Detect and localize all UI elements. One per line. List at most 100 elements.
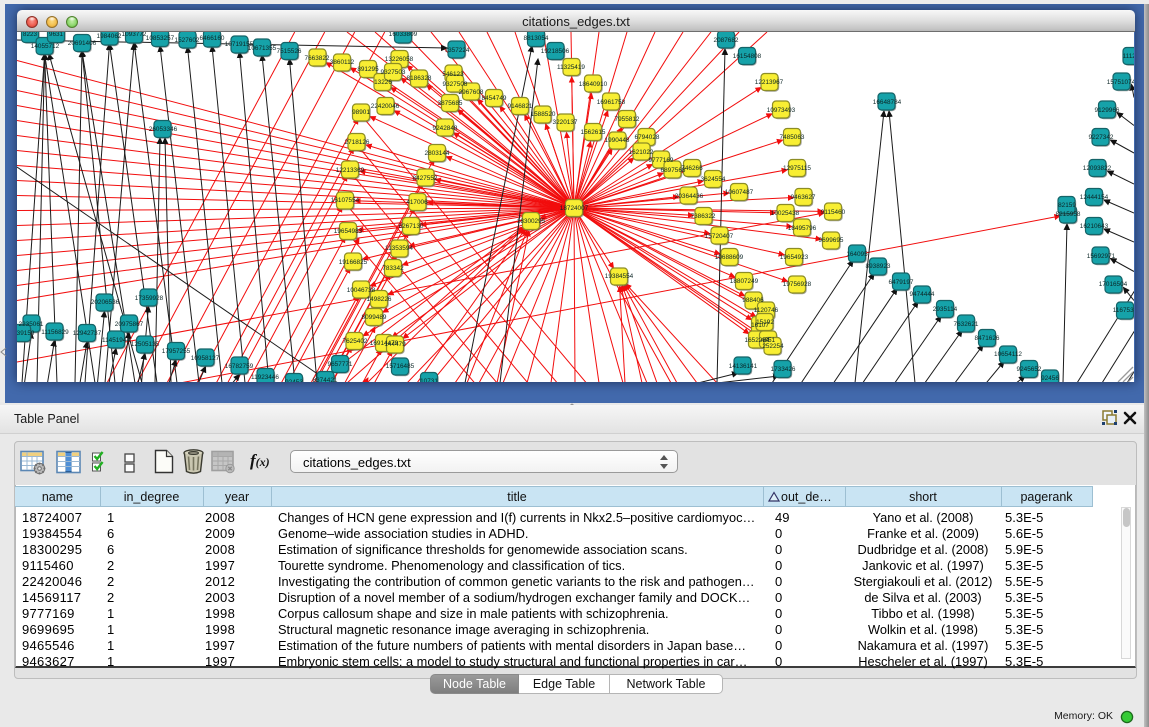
svg-text:15692971: 15692971 <box>1087 253 1116 260</box>
svg-text:9242848: 9242848 <box>433 125 458 132</box>
svg-text:18807249: 18807249 <box>730 278 759 285</box>
svg-text:18300295: 18300295 <box>517 218 546 225</box>
svg-text:9245652: 9245652 <box>1017 366 1042 373</box>
svg-text:11923446: 11923446 <box>251 374 279 381</box>
svg-text:18724007: 18724007 <box>560 205 589 212</box>
svg-text:10688609: 10688609 <box>715 254 744 261</box>
svg-text:8454749: 8454749 <box>482 95 507 102</box>
svg-text:1984062: 1984062 <box>97 33 122 40</box>
svg-text:9327508: 9327508 <box>443 81 468 88</box>
svg-text:8471626: 8471626 <box>975 335 1000 342</box>
svg-text:17359928: 17359928 <box>135 295 164 302</box>
svg-text:7625402: 7625402 <box>343 338 368 345</box>
svg-text:9115460: 9115460 <box>821 209 846 216</box>
svg-text:11123: 11123 <box>1123 53 1134 60</box>
svg-text:6466160: 6466160 <box>200 35 225 42</box>
svg-text:13226: 13226 <box>374 79 392 86</box>
svg-text:12213369: 12213369 <box>336 167 365 174</box>
svg-text:92456: 92456 <box>1041 375 1059 382</box>
svg-text:252254: 252254 <box>762 343 784 350</box>
svg-text:19654983: 19654983 <box>334 228 363 235</box>
svg-text:8813054: 8813054 <box>524 35 549 42</box>
svg-text:891295: 891295 <box>357 66 379 73</box>
svg-text:9463627: 9463627 <box>791 194 816 201</box>
svg-text:417006: 417006 <box>406 199 428 206</box>
svg-text:98901: 98901 <box>352 109 370 116</box>
svg-text:20691406: 20691406 <box>68 40 97 47</box>
svg-text:783342: 783342 <box>382 265 404 272</box>
svg-text:3624554: 3624554 <box>701 176 726 183</box>
svg-text:11451944: 11451944 <box>102 337 130 344</box>
svg-text:18495796: 18495796 <box>788 225 817 232</box>
svg-text:7663822: 7663822 <box>305 55 330 62</box>
svg-text:164095: 164095 <box>846 251 868 258</box>
svg-text:10654112: 10654112 <box>994 351 1022 358</box>
svg-text:12213967: 12213967 <box>755 79 784 86</box>
svg-text:10671355: 10671355 <box>248 45 277 52</box>
svg-text:17957255: 17957255 <box>162 348 191 355</box>
svg-text:8099489: 8099489 <box>362 314 387 321</box>
svg-text:144479: 144479 <box>384 341 406 348</box>
svg-text:16107554: 16107554 <box>331 197 360 204</box>
svg-text:19218506: 19218506 <box>541 48 570 55</box>
svg-text:11325419: 11325419 <box>557 64 585 71</box>
svg-text:8215958: 8215958 <box>1056 211 1081 218</box>
svg-text:19384554: 19384554 <box>605 273 634 280</box>
svg-text:1120746: 1120746 <box>754 307 779 314</box>
svg-text:22420046: 22420046 <box>371 103 400 110</box>
svg-text:2967608: 2967608 <box>459 89 484 96</box>
svg-text:9699695: 9699695 <box>819 237 844 244</box>
svg-text:746266: 746266 <box>681 165 703 172</box>
svg-text:15192: 15192 <box>756 319 774 326</box>
svg-text:9327503: 9327503 <box>381 69 406 76</box>
svg-text:1093772: 1093772 <box>122 32 147 38</box>
svg-text:1588520: 1588520 <box>531 111 556 118</box>
svg-text:20206536: 20206536 <box>91 299 120 306</box>
svg-text:9146821: 9146821 <box>508 103 533 110</box>
svg-text:6794028: 6794028 <box>635 134 660 141</box>
svg-text:9657771: 9657771 <box>328 361 353 368</box>
svg-text:11156829: 11156829 <box>41 329 69 336</box>
svg-text:16648784: 16648784 <box>873 99 902 106</box>
svg-text:14055712: 14055712 <box>31 43 60 50</box>
svg-text:8223: 8223 <box>23 32 38 38</box>
svg-text:8267130: 8267130 <box>399 223 424 230</box>
svg-text:988406: 988406 <box>742 297 764 304</box>
svg-text:7515526: 7515526 <box>277 48 302 55</box>
svg-text:12942737: 12942737 <box>73 330 102 337</box>
svg-text:1527602: 1527602 <box>175 37 200 44</box>
svg-text:2235061: 2235061 <box>19 321 44 328</box>
svg-text:3875685: 3875685 <box>438 100 463 107</box>
svg-text:8374421: 8374421 <box>313 377 338 382</box>
svg-text:19654923: 19654923 <box>780 254 809 261</box>
svg-text:15751074: 15751074 <box>1107 79 1134 86</box>
svg-text:8938923: 8938923 <box>866 263 891 270</box>
svg-text:16782759: 16782759 <box>225 363 254 370</box>
svg-text:16154808: 16154808 <box>733 53 762 60</box>
svg-text:8186328: 8186328 <box>407 75 432 82</box>
svg-text:10853257: 10853257 <box>146 35 175 42</box>
svg-text:16210643: 16210643 <box>1080 223 1109 230</box>
svg-text:2935114: 2935114 <box>933 306 958 313</box>
svg-text:6479197: 6479197 <box>889 279 914 286</box>
svg-text:10025438: 10025438 <box>771 210 800 217</box>
svg-text:7386322: 7386322 <box>691 213 716 220</box>
svg-text:82159: 82159 <box>1058 202 1076 209</box>
svg-text:1562615: 1562615 <box>581 129 606 136</box>
svg-text:2718126: 2718126 <box>345 139 370 146</box>
svg-text:1498226: 1498226 <box>367 296 392 303</box>
svg-text:10046738: 10046738 <box>347 287 376 294</box>
svg-text:16961758: 16961758 <box>597 99 626 106</box>
svg-text:9227342: 9227342 <box>1089 134 1114 141</box>
svg-text:17016504: 17016504 <box>1099 281 1128 288</box>
svg-text:9474444: 9474444 <box>910 291 935 298</box>
svg-text:10958127: 10958127 <box>191 355 220 362</box>
svg-text:12975115: 12975115 <box>783 165 811 172</box>
svg-text:1939159: 1939159 <box>17 330 35 337</box>
svg-text:10731: 10731 <box>420 378 438 382</box>
svg-text:92453: 92453 <box>285 379 303 382</box>
svg-text:19756928: 19756928 <box>783 281 812 288</box>
svg-text:15720407: 15720407 <box>705 233 734 240</box>
svg-text:20364436: 20364436 <box>675 193 704 200</box>
svg-text:13226058: 13226058 <box>385 56 414 63</box>
